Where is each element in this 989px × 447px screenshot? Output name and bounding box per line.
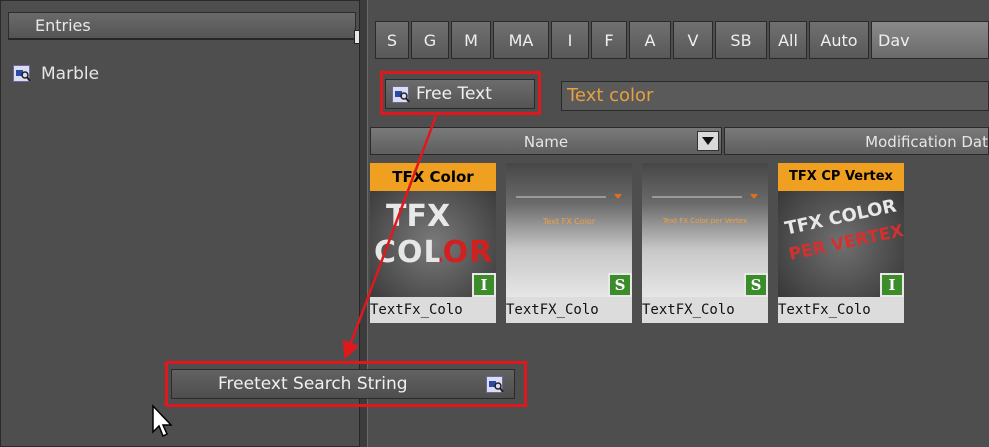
search-folder-icon[interactable] xyxy=(486,376,504,393)
entry-item-label: Marble xyxy=(41,64,100,84)
tab-all[interactable]: All xyxy=(769,21,807,59)
column-header-modification-date[interactable]: Modification Dat xyxy=(724,127,989,155)
asset-tile[interactable]: Text FX Color S TextFX_Colo xyxy=(506,163,632,323)
search-folder-icon xyxy=(13,65,31,82)
chevron-down-icon xyxy=(702,137,714,145)
tab-g[interactable]: G xyxy=(411,21,449,59)
asset-tile[interactable]: TFX CP Vertex TFX COLOR PER VERTEX I Tex… xyxy=(778,163,904,323)
tab-i[interactable]: I xyxy=(551,21,589,59)
tab-auto[interactable]: Auto xyxy=(809,21,869,59)
freetext-button[interactable]: Free Text xyxy=(385,79,535,109)
entry-item-marble[interactable]: Marble xyxy=(13,62,99,86)
tab-dav[interactable]: Dav xyxy=(871,21,989,59)
entries-header[interactable]: Entries xyxy=(8,12,356,40)
asset-tile[interactable]: Text FX Color per Vertex S TextFX_Colo xyxy=(642,163,768,323)
asset-thumbnail: Text FX Color per Vertex S xyxy=(642,163,768,297)
asset-thumbnail: Text FX Color S xyxy=(506,163,632,297)
search-folder-icon xyxy=(392,86,410,103)
asset-badge: S xyxy=(608,273,632,297)
tab-f[interactable]: F xyxy=(591,21,627,59)
asset-thumbnail: TFX CP Vertex TFX COLOR PER VERTEX I xyxy=(778,163,904,297)
asset-badge: S xyxy=(744,273,768,297)
asset-type-band: TFX CP Vertex xyxy=(778,163,904,191)
thumbnail-divider xyxy=(516,196,606,198)
tab-v[interactable]: V xyxy=(673,21,713,59)
thumbnail-text: TFX xyxy=(386,199,451,234)
asset-badge: I xyxy=(472,273,496,297)
mouse-cursor-icon xyxy=(150,404,180,442)
asset-name: TextFX_Colo xyxy=(642,297,768,323)
column-header-name[interactable]: Name xyxy=(370,127,722,155)
freetext-search-string[interactable]: Freetext Search String xyxy=(171,369,515,399)
asset-name: TextFX_Colo xyxy=(506,297,632,323)
tab-a[interactable]: A xyxy=(629,21,671,59)
thumbnail-text: Text FX Color per Vertex xyxy=(662,217,748,225)
filter-tab-bar: S G M MA I F A V SB All Auto Dav xyxy=(375,21,989,61)
tab-m[interactable]: M xyxy=(451,21,491,59)
asset-badge: I xyxy=(880,273,904,297)
thumbnail-marker xyxy=(750,194,758,199)
asset-name: TextFx_Colo xyxy=(370,297,496,323)
search-string-label: Freetext Search String xyxy=(218,374,408,394)
asset-tile[interactable]: TFX Color TFX COLOR I TextFx_Colo xyxy=(370,163,496,323)
asset-name: TextFx_Colo xyxy=(778,297,904,323)
thumbnail-text: COLOR xyxy=(374,235,494,270)
tab-s[interactable]: S xyxy=(375,21,409,59)
tab-ma[interactable]: MA xyxy=(493,21,549,59)
thumbnail-marker xyxy=(614,194,622,199)
search-criteria-field[interactable]: Text color xyxy=(561,81,989,111)
sort-dropdown-button[interactable] xyxy=(697,131,719,151)
asset-thumbnail: TFX Color TFX COLOR I xyxy=(370,163,496,297)
asset-type-band: TFX Color xyxy=(370,163,496,191)
thumbnail-text: Text FX Color xyxy=(542,217,596,226)
freetext-button-label: Free Text xyxy=(416,84,492,104)
tab-sb[interactable]: SB xyxy=(715,21,767,59)
thumbnail-divider xyxy=(652,196,742,198)
